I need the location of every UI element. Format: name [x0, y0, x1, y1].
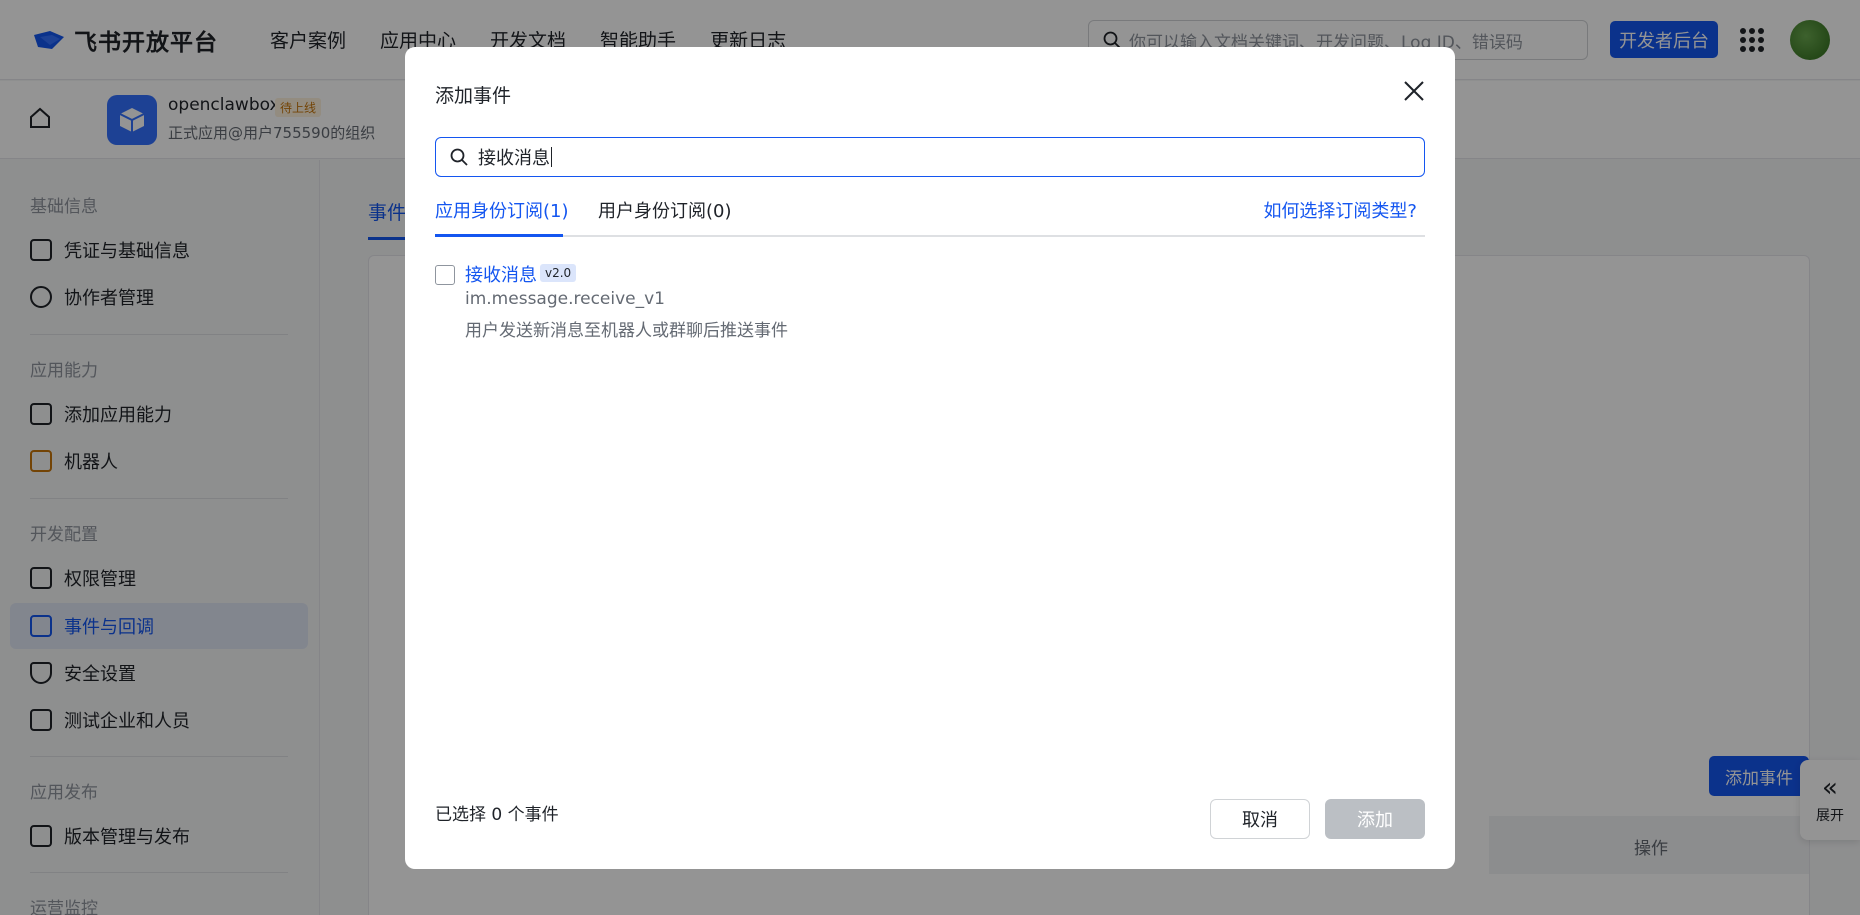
active-tab-underline — [435, 234, 563, 237]
event-name: 接收消息 — [465, 265, 537, 286]
close-icon[interactable] — [1400, 77, 1428, 105]
dialog-title: 添加事件 — [435, 85, 512, 107]
search-icon — [450, 148, 468, 166]
add-event-dialog: 添加事件 接收消息 应用身份订阅(1) 用户身份订阅(0) 如何选择订阅类型? … — [405, 47, 1455, 869]
event-key: im.message.receive_v1 — [465, 289, 665, 309]
cancel-button[interactable]: 取消 — [1210, 799, 1310, 839]
event-version-badge: v2.0 — [540, 264, 577, 282]
subscription-tabs: 应用身份订阅(1) 用户身份订阅(0) 如何选择订阅类型? — [435, 197, 1425, 237]
add-button[interactable]: 添加 — [1325, 799, 1425, 839]
selected-count: 已选择 0 个事件 — [435, 805, 559, 825]
search-value: 接收消息 — [478, 148, 550, 169]
text-caret — [551, 147, 552, 167]
event-checkbox[interactable] — [435, 265, 455, 285]
subscription-help-link[interactable]: 如何选择订阅类型? — [1263, 197, 1417, 223]
event-search-input[interactable]: 接收消息 — [435, 137, 1425, 177]
event-description: 用户发送新消息至机器人或群聊后推送事件 — [465, 321, 788, 341]
tab-user-subscription[interactable]: 用户身份订阅(0) — [598, 197, 732, 223]
tab-app-subscription[interactable]: 应用身份订阅(1) — [435, 197, 569, 223]
